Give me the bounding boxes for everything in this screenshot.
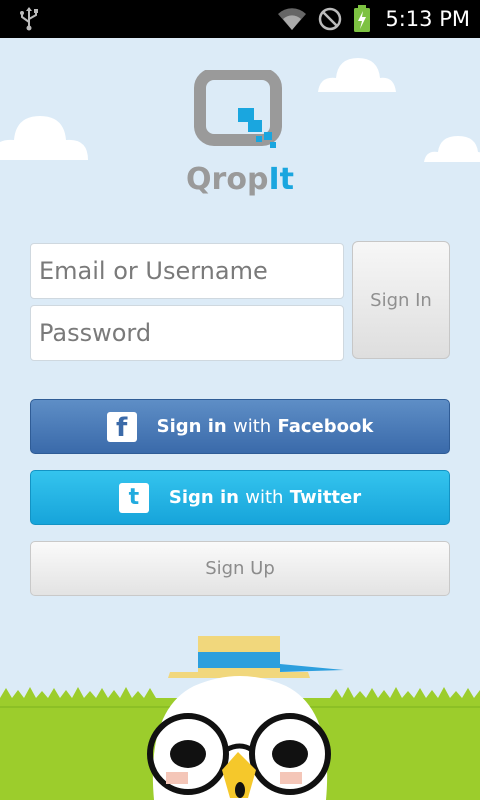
do-not-disturb-icon xyxy=(319,7,342,31)
cloud-decoration xyxy=(0,116,88,160)
email-field-container xyxy=(30,243,344,299)
email-username-input[interactable] xyxy=(31,244,343,298)
facebook-signin-button[interactable]: f Sign in with Facebook xyxy=(30,399,450,454)
sign-up-label: Sign Up xyxy=(205,558,275,579)
qropit-logo-text: QropIt xyxy=(186,162,294,197)
facebook-icon: f xyxy=(106,411,137,442)
twitter-signin-button[interactable]: t Sign in with Twitter xyxy=(30,470,450,525)
qropit-logo-mark xyxy=(194,68,282,148)
qropit-logo: QropIt xyxy=(178,68,302,200)
sign-in-button[interactable]: Sign In xyxy=(352,241,450,359)
twitter-signin-label: Sign in with Twitter xyxy=(168,487,362,508)
sign-up-button[interactable]: Sign Up xyxy=(30,541,450,596)
cloud-decoration xyxy=(424,136,480,162)
battery-charging-icon xyxy=(354,5,371,32)
wifi-icon xyxy=(278,8,307,30)
mascot-character xyxy=(147,636,344,800)
cloud-decoration xyxy=(318,58,396,92)
sign-in-label: Sign In xyxy=(370,289,432,311)
password-field-container xyxy=(30,305,344,361)
password-input[interactable] xyxy=(31,306,343,360)
facebook-signin-label: Sign in with Facebook xyxy=(156,416,374,437)
twitter-icon: t xyxy=(118,482,149,513)
usb-icon xyxy=(20,7,38,31)
clock: 5:13 PM xyxy=(385,7,470,31)
status-bar: 5:13 PM xyxy=(0,0,480,38)
